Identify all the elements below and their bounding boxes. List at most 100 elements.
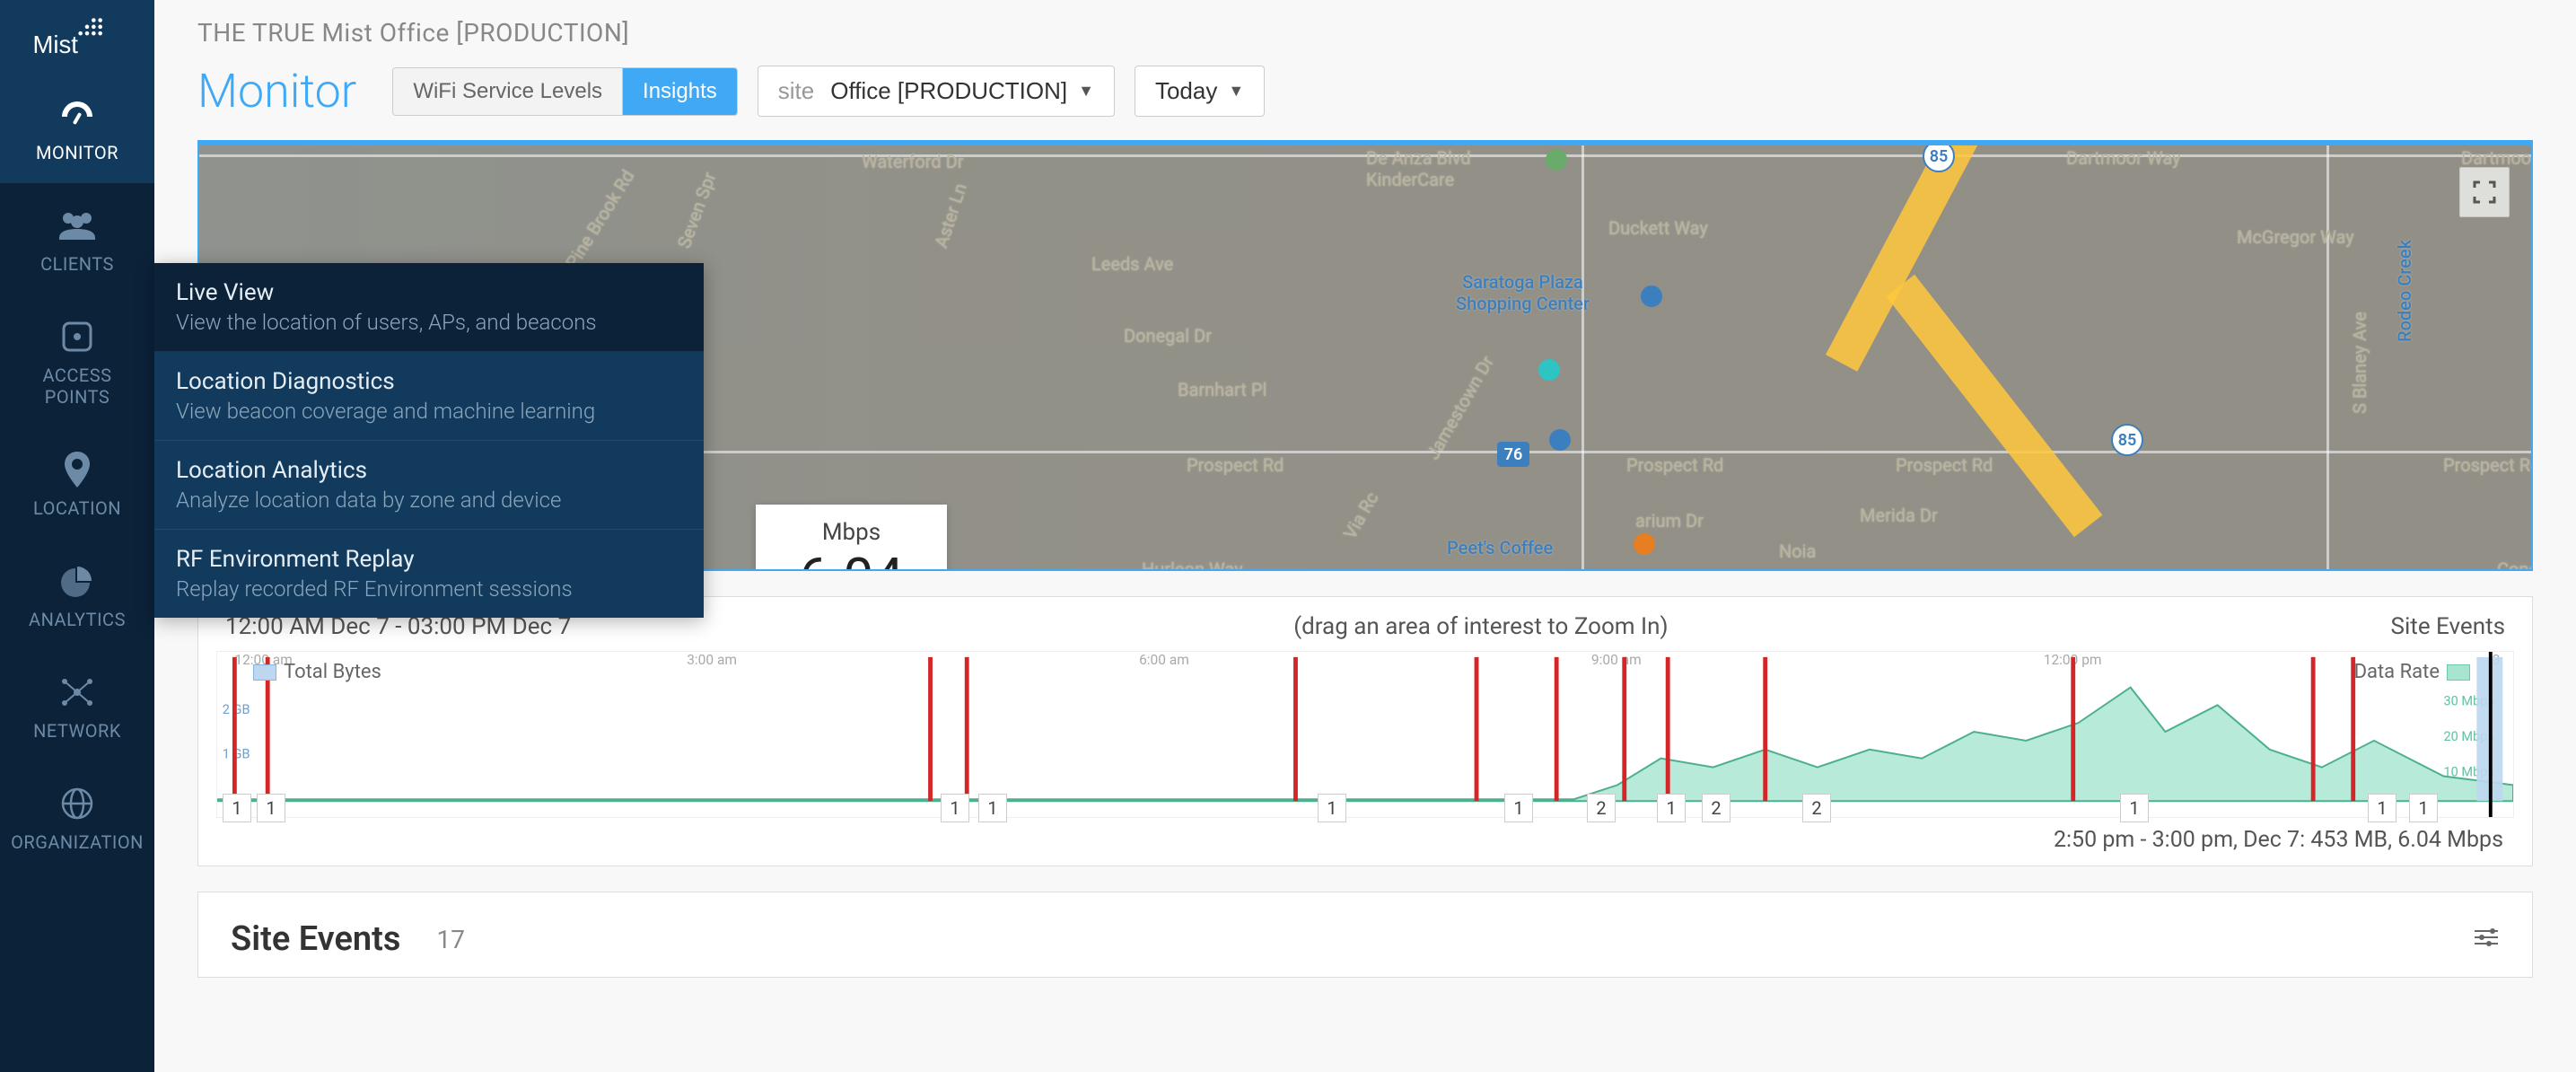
flyout-title: Location Analytics — [176, 457, 682, 484]
location-submenu: Live View View the location of users, AP… — [154, 263, 704, 618]
nav-label: NETWORK — [33, 720, 121, 742]
nav-label: ACCESS POINTS — [9, 365, 145, 408]
nav-access-points[interactable]: ACCESS POINTS — [0, 294, 154, 427]
legend-swatch-icon — [253, 664, 276, 681]
sliders-icon — [2473, 927, 2500, 948]
breadcrumb: THE TRUE Mist Office [PRODUCTION] — [154, 0, 2576, 55]
event-marker[interactable]: 1 — [1318, 794, 1346, 822]
map-poi-label: Peet's Coffee — [1447, 537, 1553, 558]
tab-wifi-service-levels[interactable]: WiFi Service Levels — [393, 68, 622, 115]
site-events-title: Site Events — [231, 919, 400, 959]
event-marker[interactable]: 1 — [1504, 794, 1533, 822]
flyout-location-diagnostics[interactable]: Location Diagnostics View beacon coverag… — [154, 352, 704, 441]
flyout-location-analytics[interactable]: Location Analytics Analyze location data… — [154, 441, 704, 530]
map-road-label: Duckett Way — [1608, 217, 1708, 239]
chart-area[interactable]: Total Bytes Data Rate 12:00 am 3:00 am 6… — [216, 651, 2514, 818]
filter-settings-button[interactable] — [2473, 927, 2500, 952]
event-marker[interactable]: 1 — [978, 794, 1007, 822]
map-marker-icon — [1641, 286, 1662, 307]
flyout-title: Location Diagnostics — [176, 368, 682, 395]
svg-text:Mist: Mist — [33, 31, 79, 57]
svg-text:6:00 am: 6:00 am — [1139, 652, 1189, 668]
fullscreen-button[interactable] — [2459, 167, 2510, 217]
site-prefix: site — [778, 77, 814, 105]
svg-text:3:00 am: 3:00 am — [687, 652, 737, 668]
event-marker[interactable]: 2 — [1802, 794, 1831, 822]
flyout-desc: Replay recorded RF Environment sessions — [176, 576, 682, 602]
map-road-label: Seven Spr — [673, 169, 721, 250]
nav-monitor[interactable]: MONITOR — [0, 72, 154, 183]
site-events-panel: Site Events 17 — [197, 892, 2533, 978]
map-road-label: Prospect Rd — [1896, 454, 1993, 476]
brand-logo: Mist — [0, 0, 154, 72]
event-marker[interactable]: 1 — [1657, 794, 1686, 822]
network-icon — [55, 673, 100, 711]
map-road-label: Donegal Dr — [1124, 325, 1212, 347]
flyout-desc: View beacon coverage and machine learnin… — [176, 399, 682, 424]
time-value: Today — [1155, 77, 1217, 105]
map-road-label: Jamestown Dr — [1422, 352, 1498, 463]
nav-network[interactable]: NETWORK — [0, 650, 154, 761]
legend-data-rate: Data Rate — [2354, 661, 2470, 683]
event-marker[interactable]: 1 — [257, 794, 285, 822]
event-marker[interactable]: 1 — [223, 794, 251, 822]
map-road-label: Via Rc — [1339, 488, 1383, 543]
map-road-label: Noia — [1779, 540, 1816, 562]
map-road-label: Aster Ln — [930, 180, 971, 250]
clients-icon — [55, 206, 100, 244]
pie-chart-icon — [55, 562, 100, 600]
nav-label: LOCATION — [33, 497, 121, 519]
legend-label: Data Rate — [2354, 661, 2440, 683]
legend-total-bytes: Total Bytes — [253, 661, 381, 683]
metric-unit: Mbps — [799, 519, 904, 546]
route-shield-icon: 76 — [1497, 442, 1529, 467]
access-point-icon — [55, 318, 100, 356]
event-marker[interactable]: 1 — [941, 794, 969, 822]
tab-insights[interactable]: Insights — [622, 68, 737, 115]
flyout-rf-replay[interactable]: RF Environment Replay Replay recorded RF… — [154, 530, 704, 618]
nav-location[interactable]: LOCATION — [0, 427, 154, 539]
map-road-label: Dartmoor Way — [2066, 147, 2181, 169]
fullscreen-icon — [2472, 180, 2497, 205]
nav-analytics[interactable]: ANALYTICS — [0, 539, 154, 650]
nav-label: ORGANIZATION — [11, 831, 144, 853]
legend-swatch-icon — [2447, 664, 2470, 681]
site-selector[interactable]: site Office [PRODUCTION] ▼ — [758, 66, 1115, 117]
map-road-label: McGregor Way — [2237, 226, 2354, 248]
gauge-icon — [55, 95, 100, 133]
route-shield-icon: 85 — [2111, 424, 2143, 456]
event-marker[interactable]: 1 — [2368, 794, 2396, 822]
event-marker[interactable]: 1 — [2120, 794, 2149, 822]
chart-right-label: Site Events — [2391, 613, 2505, 640]
map-road-label: Prospect Rd — [1187, 454, 1284, 476]
nav-clients[interactable]: CLIENTS — [0, 183, 154, 294]
chart-hint: (drag an area of interest to Zoom In) — [1293, 613, 1668, 640]
flyout-live-view[interactable]: Live View View the location of users, AP… — [154, 263, 704, 352]
flyout-title: Live View — [176, 279, 682, 306]
chevron-down-icon: ▼ — [1228, 82, 1244, 101]
flyout-title: RF Environment Replay — [176, 546, 682, 573]
page-title: Monitor — [197, 64, 356, 119]
map-road-label: Barnhart Pl — [1178, 379, 1266, 400]
svg-text:9:00 am: 9:00 am — [1591, 652, 1642, 668]
time-range-selector[interactable]: Today ▼ — [1135, 66, 1265, 117]
view-segmented-control: WiFi Service Levels Insights — [392, 67, 737, 116]
nav-label: ANALYTICS — [29, 609, 126, 630]
map-road-label: Dartmoor Way — [2461, 147, 2533, 169]
map-road-label: Rodeo Creek — [2394, 240, 2415, 342]
nav-organization[interactable]: ORGANIZATION — [0, 761, 154, 873]
location-pin-icon — [55, 451, 100, 488]
map-road-label: arium Dr — [1635, 510, 1704, 532]
site-value: Office [PRODUCTION] — [830, 77, 1067, 105]
event-marker[interactable]: 2 — [1702, 794, 1730, 822]
throughput-metric: Mbps 6.04 — [756, 505, 947, 571]
chevron-down-icon: ▼ — [1078, 82, 1094, 101]
map-marker-icon — [1634, 533, 1655, 555]
sidebar: Mist MONITOR CLIENTS ACCESS POINTS — [0, 0, 154, 1072]
event-marker[interactable]: 2 — [1587, 794, 1616, 822]
chart-hover-details: 2:50 pm - 3:00 pm, Dec 7: 453 MB, 6.04 M… — [216, 818, 2514, 857]
route-shield-icon: 85 — [1923, 140, 1955, 172]
flyout-desc: View the location of users, APs, and bea… — [176, 310, 682, 335]
map-road-label: Congregation Beth — [2497, 558, 2533, 571]
event-marker[interactable]: 1 — [2409, 794, 2438, 822]
